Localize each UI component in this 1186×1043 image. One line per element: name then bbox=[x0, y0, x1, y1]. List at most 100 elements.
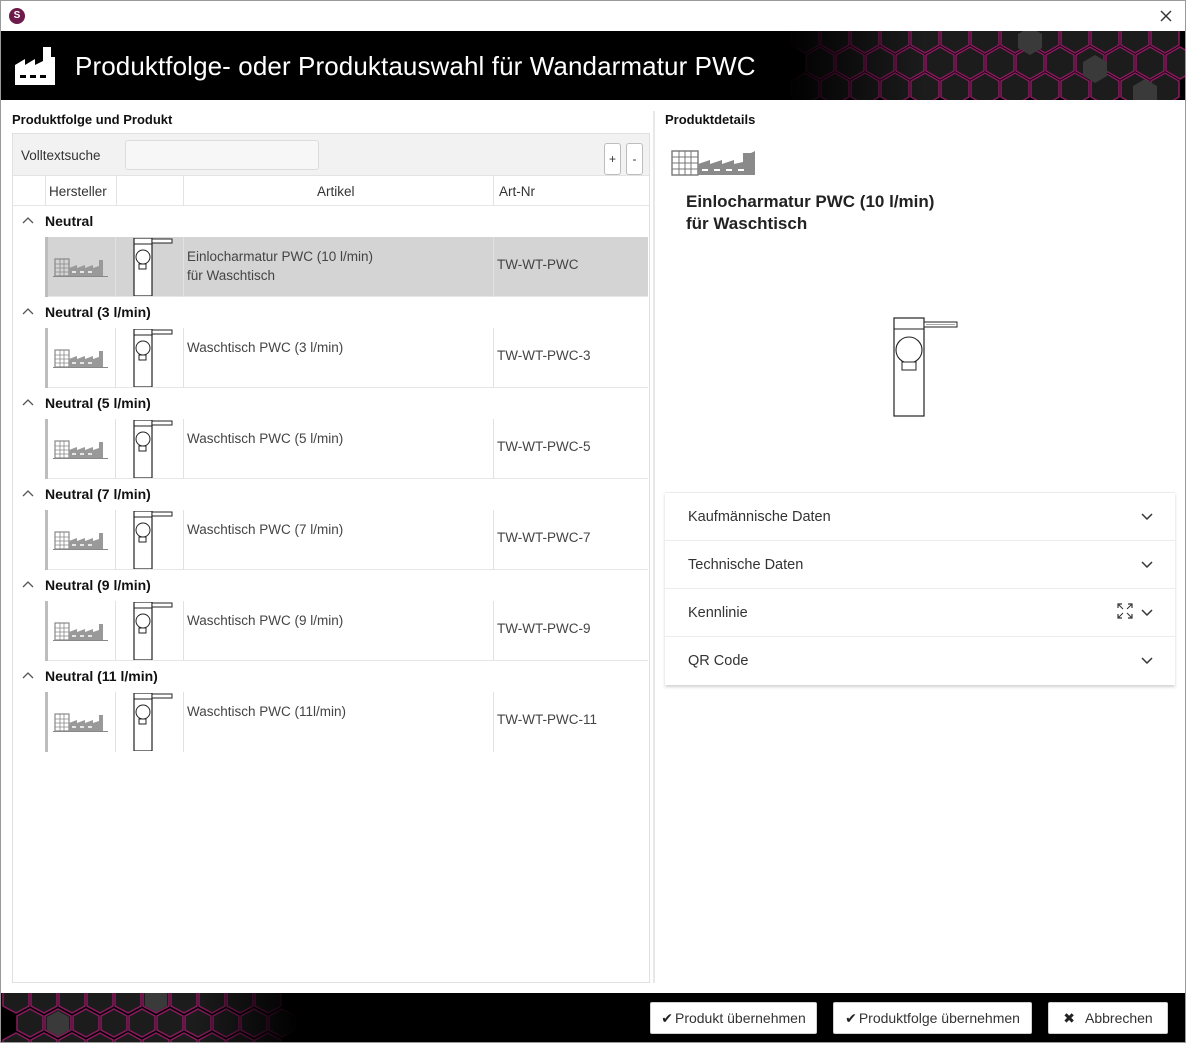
search-label: Volltextsuche bbox=[21, 148, 101, 163]
fullscreen-icon[interactable] bbox=[1117, 603, 1133, 619]
chevron-up-icon[interactable] bbox=[22, 488, 34, 498]
faucet-icon bbox=[133, 329, 173, 387]
artikel-line1: Waschtisch PWC (11l/min) bbox=[187, 704, 347, 719]
artikel-line1: Waschtisch PWC (5 l/min) bbox=[187, 431, 344, 446]
faucet-icon bbox=[133, 511, 173, 569]
cell-sep bbox=[493, 692, 494, 752]
artnr-cell: TW-WT-PWC-9 bbox=[497, 621, 591, 636]
product-row[interactable]: Waschtisch PWC (3 l/min) TW-WT-PWC-3 bbox=[45, 328, 648, 388]
chevron-up-icon[interactable] bbox=[22, 670, 34, 680]
accordion-kaufmaennische-daten[interactable]: Kaufmännische Daten bbox=[665, 493, 1175, 541]
artikel-cell: Waschtisch PWC (3 l/min) bbox=[187, 338, 487, 357]
product-row[interactable]: Waschtisch PWC (11l/min) TW-WT-PWC-11 bbox=[45, 692, 648, 752]
cross-icon: ✖ bbox=[1063, 1010, 1075, 1026]
row-edge bbox=[45, 692, 48, 752]
artnr-cell: TW-WT-PWC bbox=[497, 257, 579, 272]
group-title: Neutral (11 l/min) bbox=[45, 668, 158, 684]
cell-sep bbox=[115, 237, 116, 297]
footer-bar: ✔ Produkt übernehmen ✔ Produktfolge überne… bbox=[1, 993, 1185, 1042]
produkt-uebernehmen-button[interactable]: ✔ Produkt übernehmen bbox=[650, 1002, 817, 1034]
group-header[interactable]: Neutral (7 l/min) bbox=[13, 479, 649, 510]
group-title: Neutral (3 l/min) bbox=[45, 304, 151, 320]
app-logo-icon: S bbox=[9, 8, 25, 24]
artikel-line1: Waschtisch PWC (3 l/min) bbox=[187, 340, 344, 355]
group-title: Neutral (5 l/min) bbox=[45, 395, 151, 411]
cell-sep bbox=[493, 237, 494, 297]
accordion-label: Technische Daten bbox=[688, 557, 804, 573]
chevron-up-icon[interactable] bbox=[22, 579, 34, 589]
title-bar: S bbox=[1, 1, 1185, 31]
column-artikel[interactable]: Artikel bbox=[317, 184, 355, 199]
chevron-up-icon[interactable] bbox=[22, 306, 34, 316]
artikel-line1: Waschtisch PWC (7 l/min) bbox=[187, 522, 344, 537]
row-edge bbox=[45, 601, 48, 661]
group-header[interactable]: Neutral bbox=[13, 206, 649, 237]
button-label: Produkt übernehmen bbox=[674, 1010, 806, 1026]
group-title: Neutral (7 l/min) bbox=[45, 486, 151, 502]
chevron-down-icon[interactable] bbox=[1141, 609, 1153, 617]
product-row[interactable]: Einlocharmatur PWC (10 l/min) für Wascht… bbox=[45, 237, 648, 297]
manufacturer-factory-icon bbox=[53, 349, 108, 368]
search-input[interactable] bbox=[125, 140, 319, 170]
dialog-window: S Produktfolge- oder Produktauswahl für … bbox=[0, 0, 1186, 1043]
product-row[interactable]: Waschtisch PWC (5 l/min) TW-WT-PWC-5 bbox=[45, 419, 648, 479]
manufacturer-factory-icon bbox=[53, 440, 108, 459]
cell-sep bbox=[493, 328, 494, 388]
product-tree-panel: Volltextsuche + - Hersteller Artikel Art… bbox=[12, 133, 650, 983]
accordion-label: Kaufmännische Daten bbox=[688, 509, 831, 525]
group-header[interactable]: Neutral (11 l/min) bbox=[13, 661, 649, 692]
cell-sep bbox=[493, 419, 494, 479]
cell-sep bbox=[183, 692, 184, 752]
collapse-all-button[interactable]: - bbox=[626, 143, 643, 175]
product-detail-name: Einlocharmatur PWC (10 l/min) für Wascht… bbox=[686, 191, 934, 235]
faucet-icon bbox=[133, 602, 173, 660]
product-row[interactable]: Waschtisch PWC (7 l/min) TW-WT-PWC-7 bbox=[45, 510, 648, 570]
accordion-technische-daten[interactable]: Technische Daten bbox=[665, 541, 1175, 589]
right-section-label: Produktdetails bbox=[665, 112, 756, 127]
faucet-icon bbox=[133, 420, 173, 478]
group-header[interactable]: Neutral (3 l/min) bbox=[13, 297, 649, 328]
artikel-cell: Waschtisch PWC (7 l/min) bbox=[187, 520, 487, 539]
manufacturer-factory-icon bbox=[53, 531, 108, 550]
accordion-kennlinie[interactable]: Kennlinie bbox=[665, 589, 1175, 637]
artikel-cell: Einlocharmatur PWC (10 l/min) für Wascht… bbox=[187, 247, 487, 285]
faucet-icon bbox=[133, 238, 173, 296]
accordion-qr-code[interactable]: QR Code bbox=[665, 637, 1175, 685]
column-separator bbox=[183, 176, 184, 206]
cell-sep bbox=[493, 510, 494, 570]
chevron-down-icon[interactable] bbox=[1141, 561, 1153, 569]
manufacturer-factory-icon bbox=[53, 622, 108, 641]
manufacturer-factory-icon bbox=[671, 150, 755, 176]
accordion-label: Kennlinie bbox=[688, 605, 748, 621]
product-row[interactable]: Waschtisch PWC (9 l/min) TW-WT-PWC-9 bbox=[45, 601, 648, 661]
produktfolge-uebernehmen-button[interactable]: ✔ Produktfolge übernehmen bbox=[833, 1002, 1032, 1034]
group-title: Neutral (9 l/min) bbox=[45, 577, 151, 593]
check-icon: ✔ bbox=[845, 1010, 857, 1026]
chevron-down-icon[interactable] bbox=[1141, 513, 1153, 521]
banner-title: Produktfolge- oder Produktauswahl für Wa… bbox=[75, 51, 756, 81]
cell-sep bbox=[183, 601, 184, 661]
cell-sep bbox=[183, 510, 184, 570]
cell-sep bbox=[115, 419, 116, 479]
product-name-line2: für Waschtisch bbox=[686, 214, 808, 233]
column-artnr[interactable]: Art-Nr bbox=[499, 184, 535, 199]
group-header[interactable]: Neutral (5 l/min) bbox=[13, 388, 649, 419]
column-separator bbox=[45, 176, 46, 206]
expand-all-button[interactable]: + bbox=[604, 143, 621, 175]
column-header: Hersteller Artikel Art-Nr bbox=[13, 176, 649, 206]
group-header[interactable]: Neutral (9 l/min) bbox=[13, 570, 649, 601]
chevron-down-icon[interactable] bbox=[1141, 657, 1153, 665]
chevron-up-icon[interactable] bbox=[22, 397, 34, 407]
artnr-cell: TW-WT-PWC-7 bbox=[497, 530, 591, 545]
abbrechen-button[interactable]: ✖ Abbrechen bbox=[1048, 1002, 1168, 1034]
panel-divider[interactable] bbox=[653, 111, 655, 983]
manufacturer-factory-icon bbox=[53, 713, 108, 732]
product-name-line1: Einlocharmatur PWC (10 l/min) bbox=[686, 192, 935, 211]
button-label: Abbrechen bbox=[1085, 1010, 1153, 1026]
column-hersteller[interactable]: Hersteller bbox=[49, 184, 107, 199]
detail-accordion: Kaufmännische Daten Technische Daten Ken… bbox=[665, 492, 1175, 685]
row-edge bbox=[45, 510, 48, 570]
left-section-label: Produktfolge und Produkt bbox=[12, 112, 173, 127]
chevron-up-icon[interactable] bbox=[22, 215, 34, 225]
close-icon[interactable] bbox=[1155, 5, 1177, 27]
